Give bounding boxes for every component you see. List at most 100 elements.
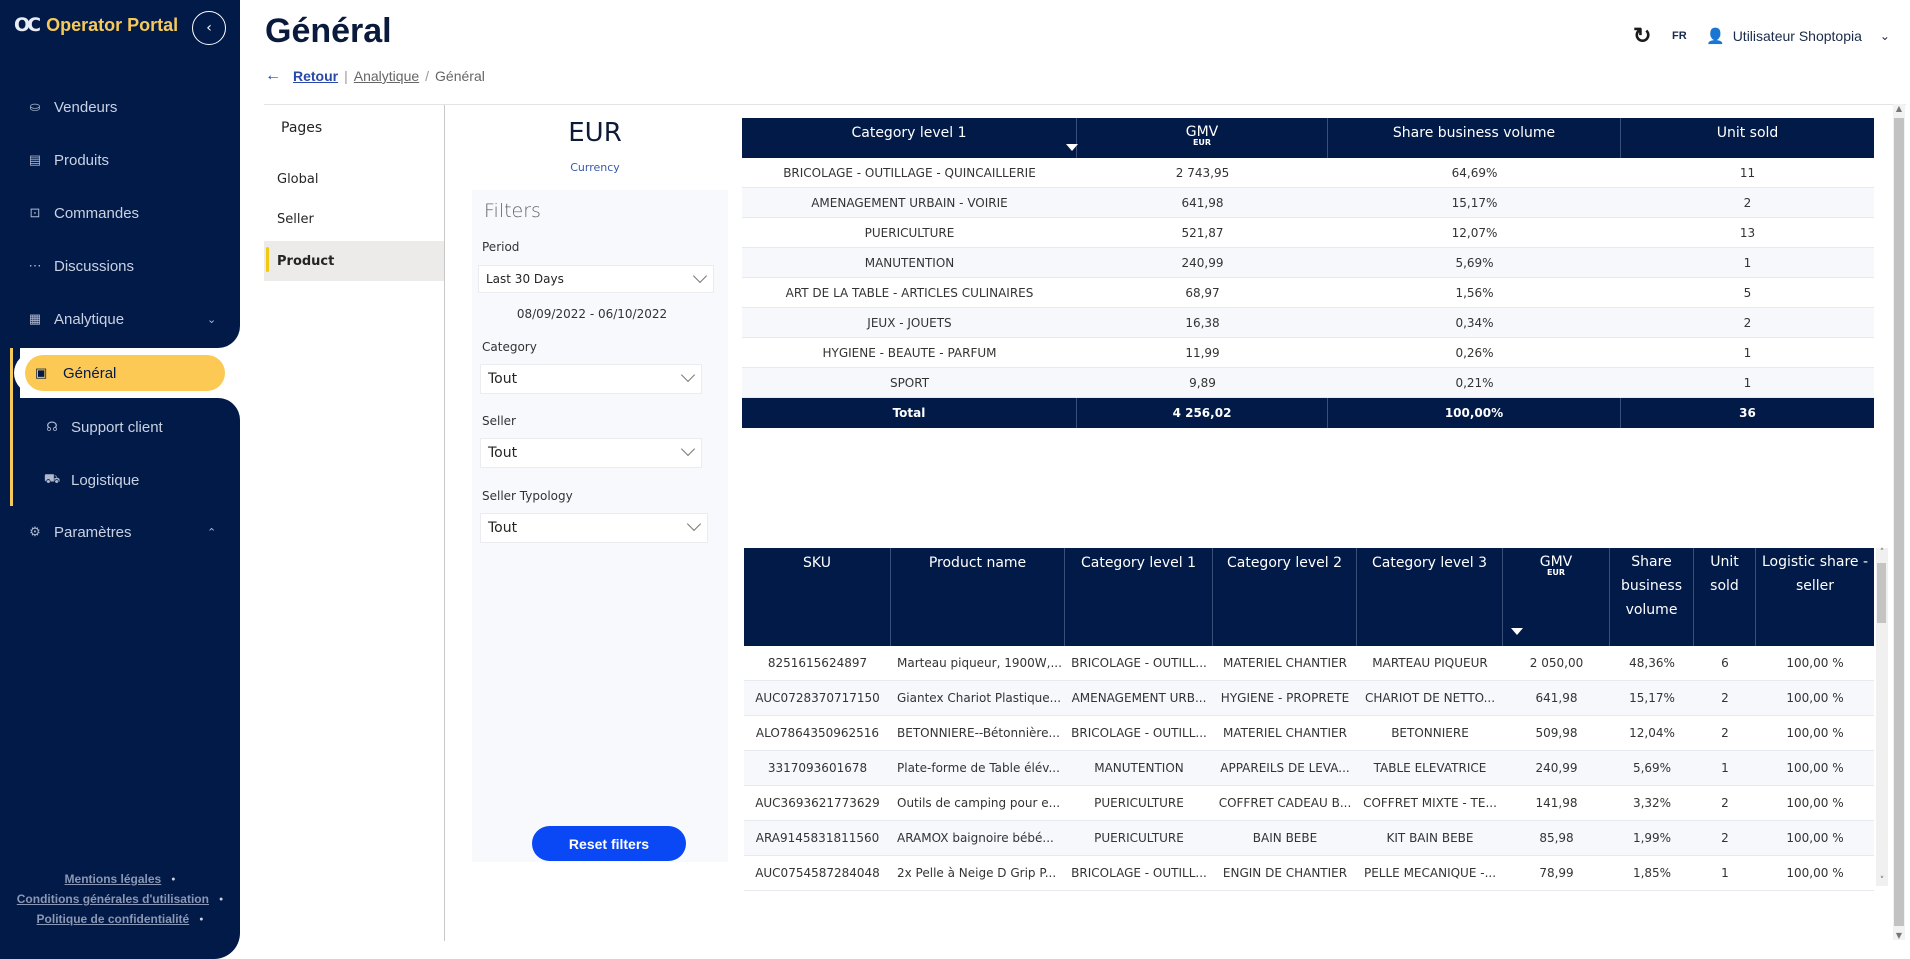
table-row[interactable]: SPORT 9,89 0,21% 1 <box>742 368 1874 398</box>
col-header-gmv[interactable]: GMV EUR <box>1503 548 1610 646</box>
table-cell: 2 <box>1721 726 1729 740</box>
seller-select[interactable]: Tout <box>480 438 702 468</box>
category-select[interactable]: Tout <box>480 364 702 394</box>
breadcrumb-analytique[interactable]: Analytique <box>354 68 419 84</box>
pages-panel: Pages Global Seller Product <box>264 105 445 941</box>
period-select[interactable]: Last 30 Days <box>478 265 714 293</box>
report-scrollbar[interactable]: ▲ ▼ <box>1893 104 1905 940</box>
table-row[interactable]: AUC3693621773629 Outils de camping pour e… <box>744 786 1874 821</box>
reset-filters-button[interactable]: Reset filters <box>532 826 686 861</box>
sidebar-item-produits[interactable]: ▤ Produits <box>0 140 240 180</box>
refresh-icon[interactable]: ↻ <box>1633 23 1651 49</box>
table-row[interactable]: AMENAGEMENT URBAIN - VOIRIE 641,98 15,17% 2 <box>742 188 1874 218</box>
col-header-units[interactable]: Unit sold <box>1621 118 1874 158</box>
scroll-up-icon[interactable]: ▲ <box>1893 104 1905 113</box>
table-cell: 13 <box>1739 225 1756 240</box>
table-cell: AUC0728370717150 <box>755 691 880 705</box>
sidebar-item-vendeurs[interactable]: ⛀ Vendeurs <box>0 87 240 127</box>
arrow-left-icon[interactable]: ← <box>265 67 281 85</box>
col-header-category[interactable]: Category level 1 <box>742 118 1078 158</box>
chat-icon: ⋯ <box>28 258 42 273</box>
sidebar-item-support-client[interactable]: ☊ Support client <box>0 407 240 447</box>
table-cell: AMENAGEMENT URBAIN - VOIRIE <box>811 195 1008 210</box>
pages-title: Pages <box>281 120 323 136</box>
table-cell: Marteau piqueur, 1900W,... <box>897 656 1062 670</box>
table-row[interactable]: AUC0728370717150 Giantex Chariot Plastiqu… <box>744 681 1874 716</box>
table-cell: 641,98 <box>1535 691 1578 705</box>
col-header-category-2[interactable]: Category level 2 <box>1213 548 1357 646</box>
table-row[interactable]: JEUX - JOUETS 16,38 0,34% 2 <box>742 308 1874 338</box>
page-tab-seller[interactable]: Seller <box>264 199 444 239</box>
table-cell: CHARIOT DE NETTO... <box>1364 691 1496 705</box>
table-cell: 641,98 <box>1181 195 1224 210</box>
table-cell: 16,38 <box>1185 315 1220 330</box>
collapse-sidebar-button[interactable]: ‹ <box>192 11 226 45</box>
scrollbar-thumb[interactable] <box>1894 118 1904 926</box>
header-label: Category level 1 <box>851 125 967 141</box>
sidebar-item-parametres[interactable]: ⚙ Paramètres ⌃ <box>0 512 240 552</box>
table-row[interactable]: PUERICULTURE 521,87 12,07% 13 <box>742 218 1874 248</box>
table-cell: 48,36% <box>1629 656 1675 670</box>
table-cell: PUERICULTURE <box>1094 831 1184 845</box>
table-row[interactable]: AUC0754587284048 2x Pelle à Neige D Grip … <box>744 856 1874 891</box>
scroll-up-icon[interactable]: ˄ <box>1876 548 1888 558</box>
sidebar-item-commandes[interactable]: ⊡ Commandes <box>0 193 240 233</box>
language-selector[interactable]: FR <box>1672 30 1687 42</box>
product-table-scrollbar[interactable]: ˄ ˅ <box>1876 548 1888 886</box>
page-tab-global[interactable]: Global <box>264 159 444 199</box>
col-header-product-name[interactable]: Product name <box>891 548 1065 646</box>
privacy-policy-link[interactable]: Politique de confidentialité <box>0 912 240 926</box>
brand[interactable]: OC Operator Portal <box>14 14 178 36</box>
header-sublabel: EUR <box>1192 138 1212 147</box>
sidebar-item-label: Discussions <box>54 257 135 275</box>
table-cell: MANUTENTION <box>864 255 955 270</box>
table-row[interactable]: ARA9145831811560 ARAMOX baignoire bébé...… <box>744 821 1874 856</box>
seller-typology-select[interactable]: Tout <box>480 513 708 543</box>
table-row[interactable]: 8251615624897 Marteau piqueur, 1900W,... B… <box>744 646 1874 681</box>
table-cell: 2 <box>1743 195 1752 210</box>
table-cell: 11,99 <box>1185 345 1220 360</box>
table-cell: 3,32% <box>1632 796 1672 810</box>
col-header-units[interactable]: Unit sold <box>1694 548 1756 646</box>
table-cell: 5 <box>1743 285 1752 300</box>
col-header-sku[interactable]: SKU <box>744 548 891 646</box>
chevron-down-icon <box>692 268 708 284</box>
sidebar-item-label: Général <box>63 364 117 382</box>
table-cell: 68,97 <box>1185 285 1220 300</box>
user-menu[interactable]: 👤 Utilisateur Shoptopia ⌄ <box>1706 27 1890 45</box>
table-cell: BRICOLAGE - OUTILL... <box>1071 866 1207 880</box>
sidebar-item-analytique[interactable]: ▦ Analytique ⌄ <box>0 299 240 339</box>
scroll-down-icon[interactable]: ▼ <box>1893 931 1905 940</box>
table-row[interactable]: HYGIENE - BEAUTE - PARFUM 11,99 0,26% 1 <box>742 338 1874 368</box>
col-header-category-3[interactable]: Category level 3 <box>1357 548 1503 646</box>
col-header-share[interactable]: Share business volume <box>1328 118 1621 158</box>
table-row[interactable]: 3317093601678 Plate-forme de Table élév..… <box>744 751 1874 786</box>
table-cell: AUC3693621773629 <box>755 796 880 810</box>
table-row[interactable]: ALO7864350962516 BETONNIERE--Bétonnière..… <box>744 716 1874 751</box>
col-header-gmv[interactable]: GMV EUR <box>1077 118 1328 158</box>
table-cell: 1,85% <box>1632 866 1672 880</box>
table-cell: BETONNIERE <box>1391 726 1469 740</box>
sidebar-item-logistique[interactable]: ⛟ Logistique <box>0 460 240 500</box>
legal-notice-link[interactable]: Mentions légales <box>0 872 240 886</box>
sidebar-item-discussions[interactable]: ⋯ Discussions <box>0 246 240 286</box>
sidebar-item-general[interactable]: ▣ Général <box>25 355 225 391</box>
page-tab-product[interactable]: Product <box>264 241 444 281</box>
table-row[interactable]: BRICOLAGE - OUTILLAGE - QUINCAILLERIE 2 7… <box>742 158 1874 188</box>
back-link[interactable]: Retour <box>293 68 338 84</box>
header-label: Category level 1 <box>1080 555 1197 571</box>
table-cell: 240,99 <box>1535 761 1578 775</box>
scroll-down-icon[interactable]: ˅ <box>1876 876 1888 886</box>
col-header-logistic-share[interactable]: Logistic share - seller <box>1756 548 1874 646</box>
table-cell: TABLE ELEVATRICE <box>1373 761 1487 775</box>
table-cell: 100,00 % <box>1786 656 1844 670</box>
col-header-share[interactable]: Share business volume <box>1610 548 1694 646</box>
header-label: Category level 2 <box>1226 555 1343 571</box>
table-row[interactable]: MANUTENTION 240,99 5,69% 1 <box>742 248 1874 278</box>
table-cell: 100,00 % <box>1786 866 1844 880</box>
terms-of-use-link[interactable]: Conditions générales d'utilisation <box>0 892 240 906</box>
scrollbar-thumb[interactable] <box>1877 563 1886 623</box>
col-header-category-1[interactable]: Category level 1 <box>1065 548 1213 646</box>
table-row[interactable]: ART DE LA TABLE - ARTICLES CULINAIRES 68,… <box>742 278 1874 308</box>
header-label: GMV <box>1539 554 1573 570</box>
